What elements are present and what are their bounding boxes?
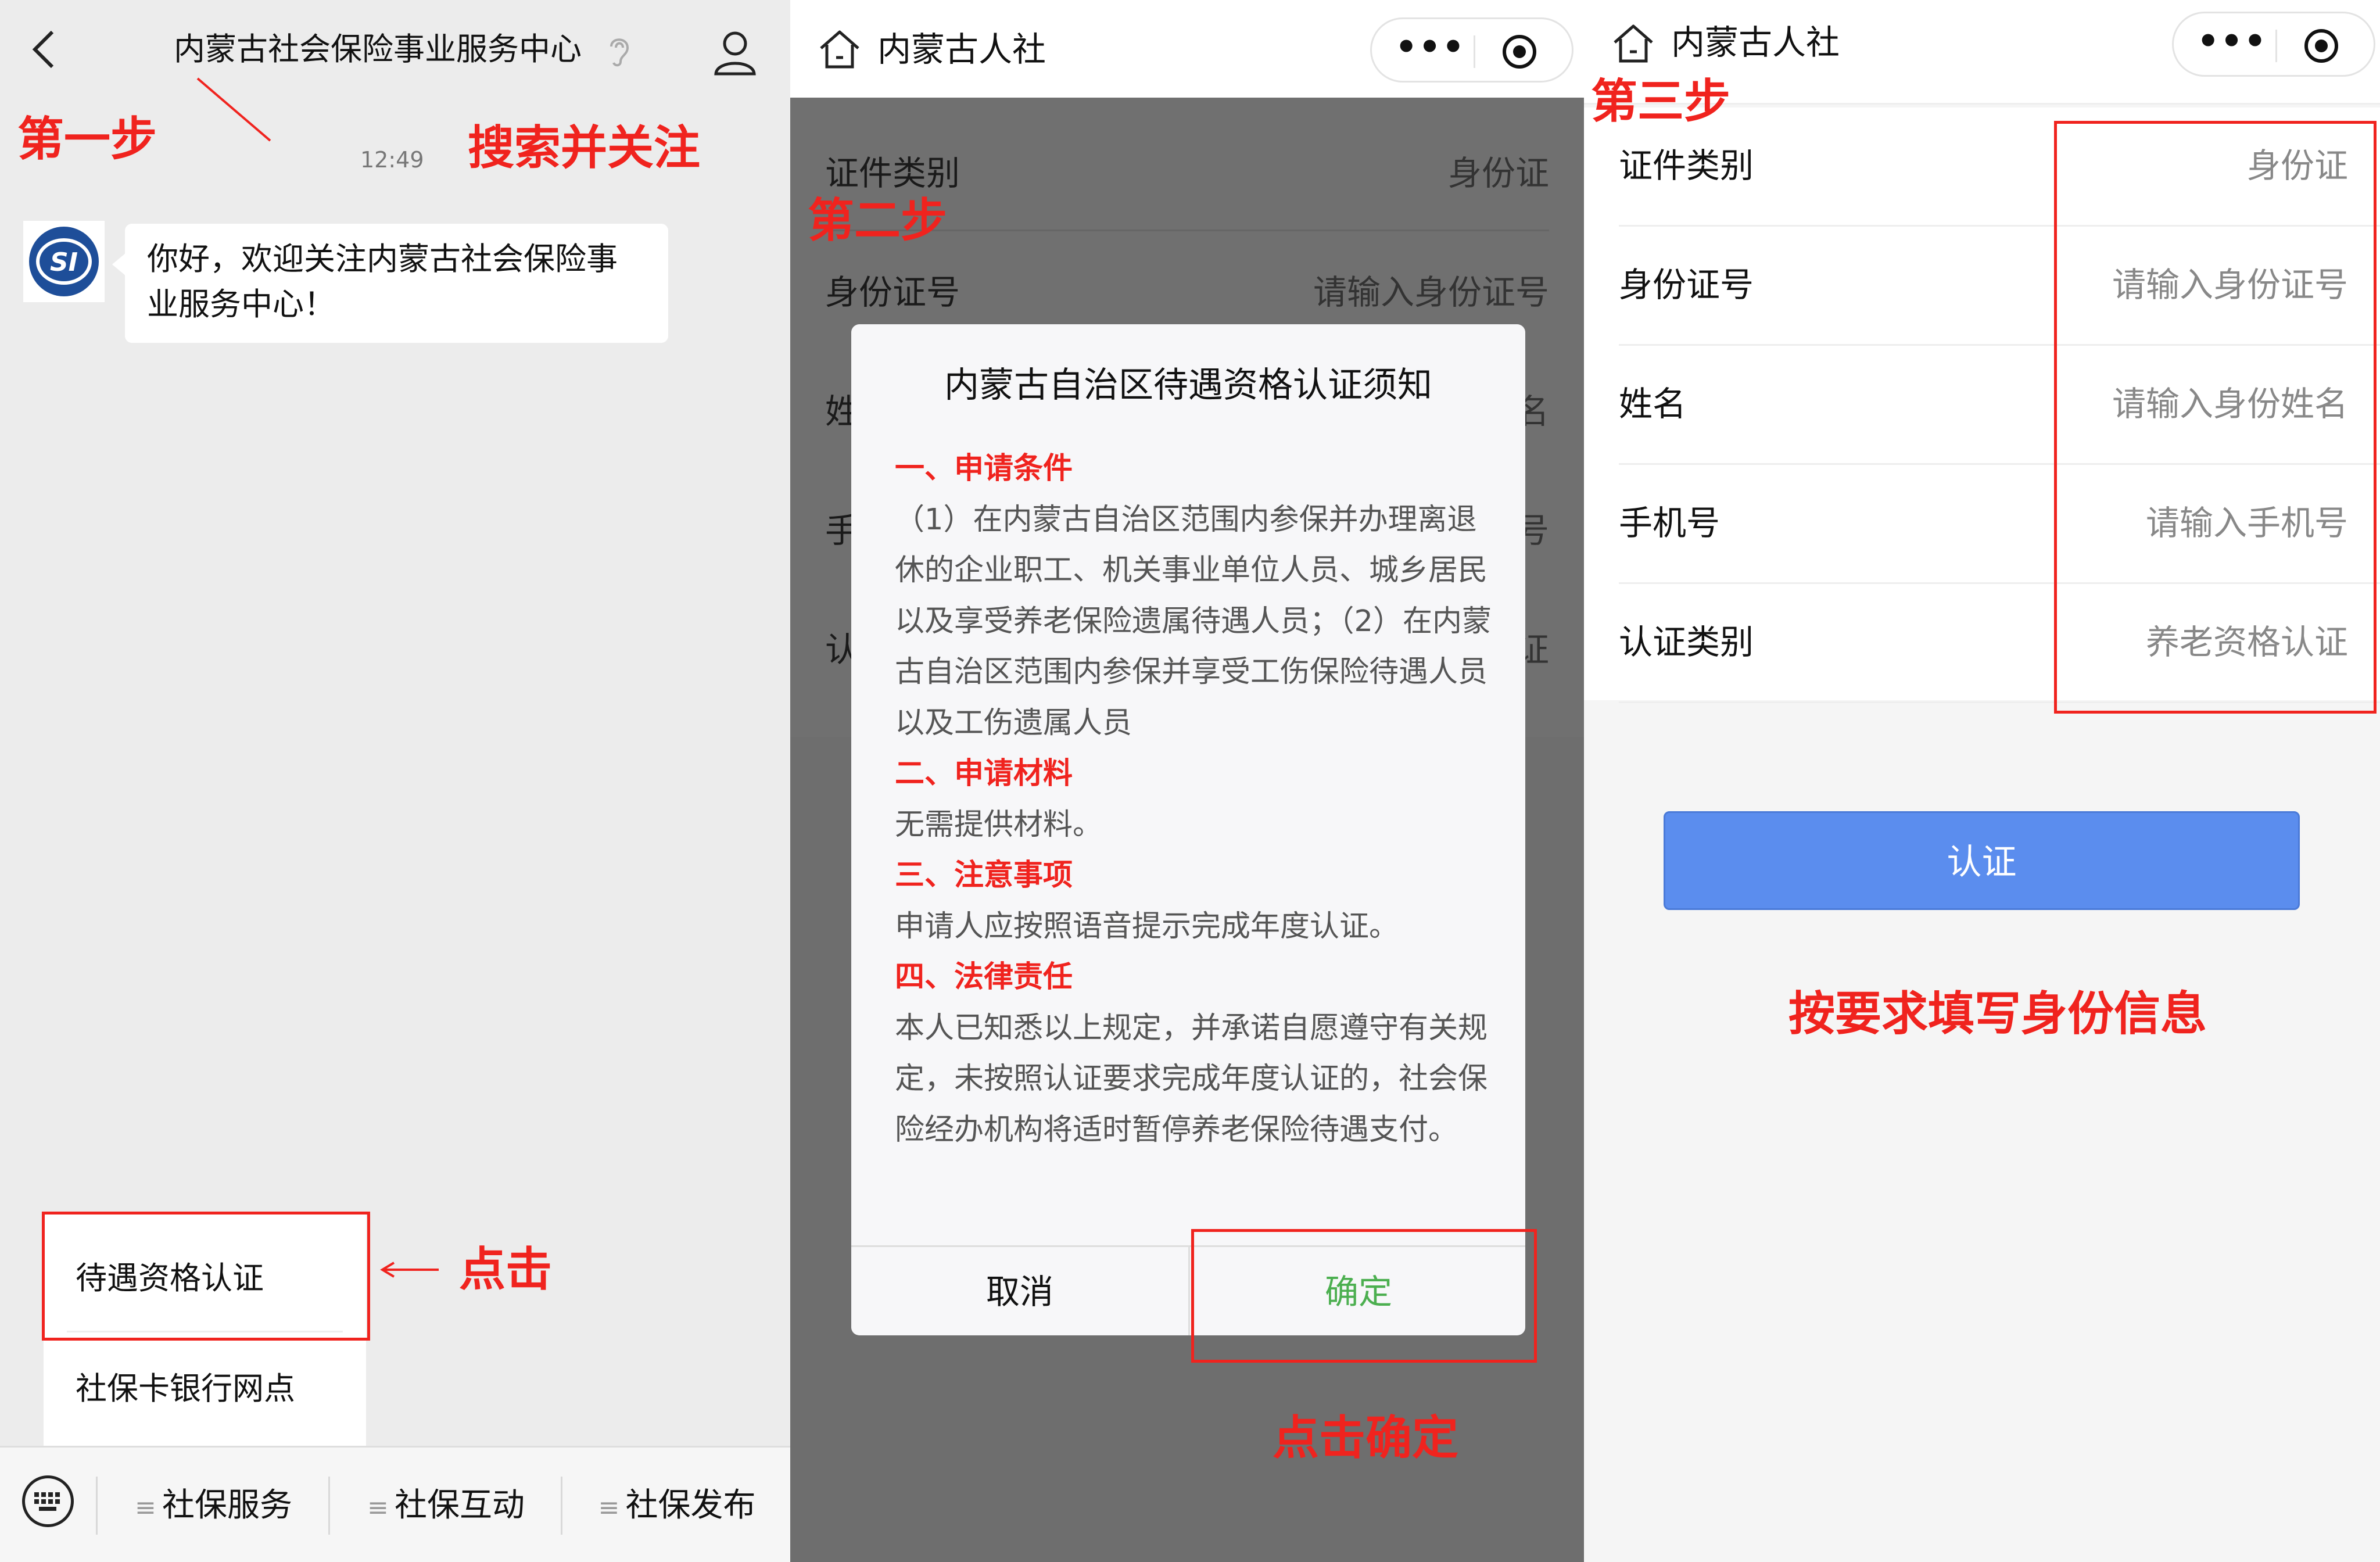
tab-label: 社保服务 bbox=[162, 1486, 292, 1524]
field-label: 身份证号 bbox=[1619, 265, 1754, 304]
click-confirm-hint: 点击确定 bbox=[1273, 1411, 1458, 1465]
account-avatar[interactable]: SI bbox=[23, 221, 105, 302]
dialog-content: 一、申请条件 （1）在内蒙古自治区范围内参保并办理离退休的企业职工、机关事业单位… bbox=[895, 443, 1499, 1155]
step-two-label: 第二步 bbox=[808, 194, 947, 248]
capsule-menu: ••• bbox=[1370, 17, 1573, 83]
back-icon[interactable] bbox=[23, 23, 64, 76]
more-dots-icon[interactable]: ••• bbox=[1395, 30, 1464, 71]
dim-row-value: 请输入身份证号 bbox=[1313, 273, 1549, 312]
tab-label: 社保发布 bbox=[625, 1486, 756, 1524]
authenticate-button[interactable]: 认证 bbox=[1664, 811, 2300, 910]
menu-item-bank-outlets[interactable]: 社保卡银行网点 bbox=[44, 1334, 366, 1444]
menu-lines-icon: ≡ bbox=[367, 1493, 389, 1522]
highlight-box-confirm bbox=[1191, 1229, 1537, 1363]
chat-title: 内蒙古社会保险事业服务中心 bbox=[174, 31, 582, 67]
field-label: 证件类别 bbox=[1619, 146, 1754, 185]
highlight-box-menu bbox=[42, 1212, 370, 1341]
menu-lines-icon: ≡ bbox=[598, 1493, 620, 1522]
welcome-message-bubble: 你好，欢迎关注内蒙古社会保险事业服务中心！ bbox=[112, 224, 668, 343]
ear-icon bbox=[610, 38, 629, 67]
dim-row-label: 身份证号 bbox=[825, 273, 960, 312]
field-label: 认证类别 bbox=[1619, 622, 1754, 662]
tab-social-security-service[interactable]: ≡ 社保服务 bbox=[99, 1448, 328, 1562]
menu-lines-icon: ≡ bbox=[135, 1493, 156, 1522]
section-body: 申请人应按照语音提示完成年度认证。 bbox=[895, 909, 1399, 944]
section-heading: 二、申请材料 bbox=[895, 757, 1073, 791]
section-heading: 一、申请条件 bbox=[895, 452, 1073, 486]
capsule-menu: ••• bbox=[2172, 12, 2375, 77]
chat-navbar: 内蒙古社会保险事业服务中心 bbox=[0, 0, 790, 99]
close-target-icon[interactable] bbox=[1500, 32, 1539, 71]
tab-label: 社保互动 bbox=[394, 1486, 525, 1524]
message-time: 12:49 bbox=[360, 147, 424, 173]
service-menu-bar: ≡ 社保服务 ≡ 社保互动 ≡ 社保发布 bbox=[0, 1446, 790, 1562]
capsule-divider bbox=[1474, 35, 1475, 68]
miniprogram-header: 内蒙古人社 ••• bbox=[790, 0, 1584, 98]
avatar-logo-text: SI bbox=[50, 248, 78, 277]
fill-info-hint: 按要求填写身份信息 bbox=[1788, 987, 2207, 1041]
search-follow-hint: 搜索并关注 bbox=[468, 121, 700, 175]
step-three-label: 第三步 bbox=[1591, 74, 1730, 128]
highlight-box-fields bbox=[2054, 121, 2377, 714]
click-hint: 点击 bbox=[459, 1242, 552, 1296]
capsule-divider bbox=[2275, 30, 2277, 62]
dialog-title: 内蒙古自治区待遇资格认证须知 bbox=[944, 365, 1432, 406]
profile-icon[interactable] bbox=[709, 26, 761, 78]
pointer-line bbox=[196, 77, 271, 142]
section-heading: 三、注意事项 bbox=[895, 858, 1073, 893]
tab-separator bbox=[328, 1477, 330, 1535]
tab-social-security-release[interactable]: ≡ 社保发布 bbox=[564, 1448, 790, 1562]
section-body: 无需提供材料。 bbox=[895, 807, 1103, 842]
step-one-label: 第一步 bbox=[17, 112, 157, 166]
header-title: 内蒙古人社 bbox=[877, 30, 1046, 69]
keyboard-icon[interactable] bbox=[20, 1474, 76, 1529]
home-icon[interactable] bbox=[816, 26, 863, 73]
dim-row-value: 身份证 bbox=[1447, 153, 1549, 193]
more-dots-icon[interactable]: ••• bbox=[2197, 24, 2266, 66]
field-label: 手机号 bbox=[1619, 503, 1721, 543]
section-body: 本人已知悉以上规定，并承诺自愿遵守有关规定，未按照认证要求完成年度认证的，社会保… bbox=[895, 1011, 1488, 1147]
tab-social-security-interaction[interactable]: ≡ 社保互动 bbox=[331, 1448, 561, 1562]
notice-dialog: 内蒙古自治区待遇资格认证须知 一、申请条件 （1）在内蒙古自治区范围内参保并办理… bbox=[851, 324, 1525, 1335]
field-label: 姓名 bbox=[1619, 384, 1687, 424]
tab-separator bbox=[561, 1477, 562, 1535]
section-heading: 四、法律责任 bbox=[895, 960, 1073, 994]
section-body: （1）在内蒙古自治区范围内参保并办理离退休的企业职工、机关事业单位人员、城乡居民… bbox=[895, 502, 1492, 740]
header-title: 内蒙古人社 bbox=[1671, 23, 1840, 62]
dim-row-label: 证件类别 bbox=[825, 153, 960, 193]
close-target-icon[interactable] bbox=[2302, 26, 2341, 66]
chat-panel: 内蒙古社会保险事业服务中心 第一步 搜索并关注 12:49 SI 你好，欢迎关注… bbox=[0, 0, 790, 1562]
home-icon[interactable] bbox=[1610, 20, 1657, 67]
pointer-arrow bbox=[380, 1262, 439, 1278]
cancel-button[interactable]: 取消 bbox=[851, 1247, 1188, 1335]
tab-separator bbox=[96, 1477, 98, 1535]
